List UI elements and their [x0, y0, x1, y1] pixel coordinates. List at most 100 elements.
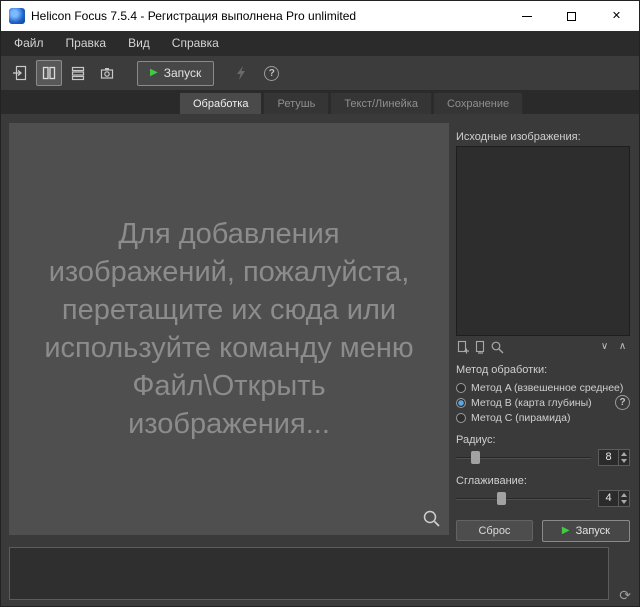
drop-hint-line: перетащите их сюда или — [61, 294, 397, 326]
drop-hint-line: Файл\Открыть — [132, 370, 326, 402]
window-controls: ✕ — [504, 1, 639, 31]
magnifier-icon — [423, 510, 440, 527]
remove-image-button[interactable] — [473, 340, 487, 354]
method-c-option[interactable]: Метод C (пирамида) — [456, 411, 630, 425]
radius-row: 8 — [456, 449, 630, 466]
minimize-icon — [521, 15, 532, 17]
slider-track — [456, 498, 591, 500]
list-toolbar: ∨ ∧ — [456, 338, 630, 356]
maximize-icon — [567, 11, 576, 21]
source-images-label: Исходные изображения: — [456, 131, 581, 143]
open-file-icon — [13, 65, 27, 81]
drop-hint-line: используйте команду меню — [44, 332, 414, 364]
spin-up-icon — [621, 452, 627, 456]
spin-down-icon — [621, 500, 627, 504]
main-area: Для добавления изображений, пожалуйста, … — [1, 114, 639, 606]
radius-slider[interactable] — [456, 451, 591, 464]
preview-image-button[interactable] — [490, 340, 505, 354]
add-file-icon — [457, 340, 469, 354]
app-icon — [9, 8, 25, 24]
app-window: Helicon Focus 7.5.4 - Регистрация выполн… — [0, 0, 640, 607]
slider-handle[interactable] — [470, 451, 480, 464]
tab-save[interactable]: Сохранение — [432, 92, 524, 114]
image-drop-zone[interactable]: Для добавления изображений, пожалуйста, … — [9, 123, 449, 535]
smoothing-row: 4 — [456, 490, 630, 507]
two-panels-icon — [42, 66, 56, 80]
drop-hint-line: изображения... — [128, 408, 330, 440]
refresh-status-button[interactable]: ⟳ — [619, 587, 631, 604]
method-a-option[interactable]: Метод A (взвешенное среднее) — [456, 381, 630, 395]
method-help-button[interactable]: ? — [615, 395, 630, 410]
spinner-arrows[interactable] — [618, 450, 629, 465]
spin-down-icon — [621, 459, 627, 463]
tab-text-ruler[interactable]: Текст/Линейка — [330, 92, 432, 114]
play-icon: ▶ — [150, 67, 158, 78]
method-b-option[interactable]: Метод B (карта глубины) — [456, 396, 630, 410]
spin-up-icon — [621, 493, 627, 497]
right-panel: Исходные изображения: ∨ ∧ Метод обработк… — [456, 123, 630, 542]
maximize-button[interactable] — [549, 1, 594, 31]
radius-spinbox[interactable]: 8 — [598, 449, 630, 466]
view-rows-button[interactable] — [65, 60, 91, 86]
smoothing-slider[interactable] — [456, 492, 591, 505]
help-icon: ? — [268, 67, 275, 79]
radio-icon — [456, 383, 466, 393]
slider-handle[interactable] — [496, 492, 506, 505]
source-images-list[interactable] — [456, 146, 630, 336]
method-a-label: Метод A (взвешенное среднее) — [471, 382, 624, 394]
tab-bar: Обработка Ретушь Текст/Линейка Сохранени… — [1, 90, 639, 114]
play-icon: ▶ — [561, 525, 570, 536]
run-button[interactable]: ▶ Запуск — [541, 520, 630, 542]
search-icon — [491, 341, 504, 354]
tab-retouch[interactable]: Ретушь — [263, 92, 330, 114]
method-label: Метод обработки: — [456, 364, 548, 376]
help-icon: ? — [619, 397, 626, 408]
chevron-down-icon: ∨ — [600, 341, 609, 352]
window-title: Helicon Focus 7.5.4 - Регистрация выполн… — [31, 9, 357, 23]
refresh-icon: ⟳ — [619, 587, 631, 603]
minimize-button[interactable] — [504, 1, 549, 31]
smoothing-spinbox[interactable]: 4 — [598, 490, 630, 507]
method-b-label: Метод B (карта глубины) — [471, 397, 592, 409]
radio-selected-icon — [456, 398, 466, 408]
camera-button[interactable] — [94, 60, 120, 86]
smoothing-label: Сглаживание: — [456, 475, 527, 487]
spinner-arrows[interactable] — [618, 491, 629, 506]
chevron-up-icon: ∧ — [618, 341, 627, 352]
title-bar: Helicon Focus 7.5.4 - Регистрация выполн… — [1, 1, 639, 31]
toolbar-help-button[interactable]: ? — [264, 65, 280, 81]
toolbar-run-label: Запуск — [163, 66, 202, 80]
radius-label: Радиус: — [456, 434, 496, 446]
radius-value: 8 — [605, 451, 612, 463]
move-down-button[interactable]: ∨ — [597, 340, 612, 354]
close-icon: ✕ — [611, 9, 622, 22]
menu-help[interactable]: Справка — [161, 31, 230, 56]
smoothing-value: 4 — [605, 492, 612, 504]
drop-hint-line: изображений, пожалуйста, — [48, 256, 410, 288]
method-options: Метод A (взвешенное среднее) Метод B (ка… — [456, 381, 630, 425]
zoom-button[interactable] — [422, 509, 442, 529]
view-two-panels-button[interactable] — [36, 60, 62, 86]
menu-view[interactable]: Вид — [117, 31, 161, 56]
toolbar: ▶ Запуск ? — [1, 56, 639, 90]
method-c-label: Метод C (пирамида) — [471, 412, 571, 424]
menu-file[interactable]: Файл — [3, 31, 55, 56]
menu-edit[interactable]: Правка — [55, 31, 118, 56]
rows-icon — [71, 66, 85, 81]
camera-icon — [100, 68, 114, 79]
remote-control-button[interactable] — [234, 65, 248, 81]
lightning-icon — [237, 66, 246, 80]
tab-processing[interactable]: Обработка — [179, 92, 263, 114]
move-up-button[interactable]: ∧ — [615, 340, 630, 354]
reset-button[interactable]: Сброс — [456, 520, 533, 541]
menu-bar: Файл Правка Вид Справка — [1, 31, 639, 56]
action-buttons: Сброс ▶ Запуск — [456, 520, 630, 542]
toolbar-run-button[interactable]: ▶ Запуск — [137, 60, 215, 86]
open-images-button[interactable] — [7, 60, 33, 86]
drop-hint-line: Для добавления — [118, 218, 340, 250]
run-button-label: Запуск — [575, 525, 610, 537]
radio-icon — [456, 413, 466, 423]
add-image-button[interactable] — [456, 340, 470, 354]
close-button[interactable]: ✕ — [594, 1, 639, 31]
log-output-area[interactable] — [9, 547, 609, 600]
